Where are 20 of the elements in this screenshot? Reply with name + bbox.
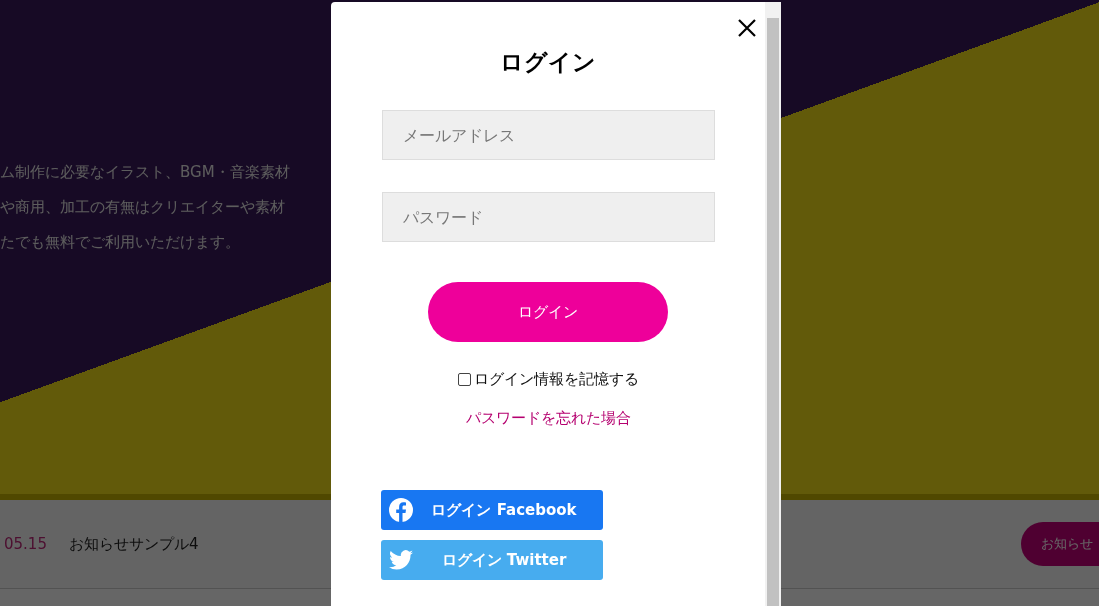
password-field[interactable]: パスワード <box>381 192 715 242</box>
email-field[interactable]: メールアドレス <box>381 110 715 160</box>
close-icon <box>738 19 756 37</box>
news-date: 05.15 <box>4 535 47 553</box>
banner-text: たでも無料でご利用いただけます。 <box>0 232 240 252</box>
scrollbar[interactable] <box>765 2 781 606</box>
facebook-icon <box>389 498 413 522</box>
banner-text: ム制作に必要なイラスト、BGM・音楽素材 <box>0 162 290 182</box>
twitter-login-button[interactable]: ログイン Twitter <box>381 540 603 580</box>
close-button[interactable] <box>737 18 757 38</box>
remember-checkbox[interactable] <box>457 373 471 386</box>
login-button[interactable]: ログイン <box>428 282 668 342</box>
dialog-title: ログイン <box>500 48 596 76</box>
forgot-password-link[interactable]: パスワードを忘れた場合 <box>465 409 631 428</box>
bird-icon <box>389 550 413 570</box>
news-button[interactable]: お知らせ <box>1021 522 1099 566</box>
facebook-login-button[interactable]: ログイン Facebook <box>381 490 603 530</box>
news-title: お知らせサンプル4 <box>68 534 199 554</box>
banner-text: や商用、加工の有無はクリエイターや素材 <box>0 197 285 217</box>
remember-label: ログイン情報を記憶する <box>473 370 639 389</box>
